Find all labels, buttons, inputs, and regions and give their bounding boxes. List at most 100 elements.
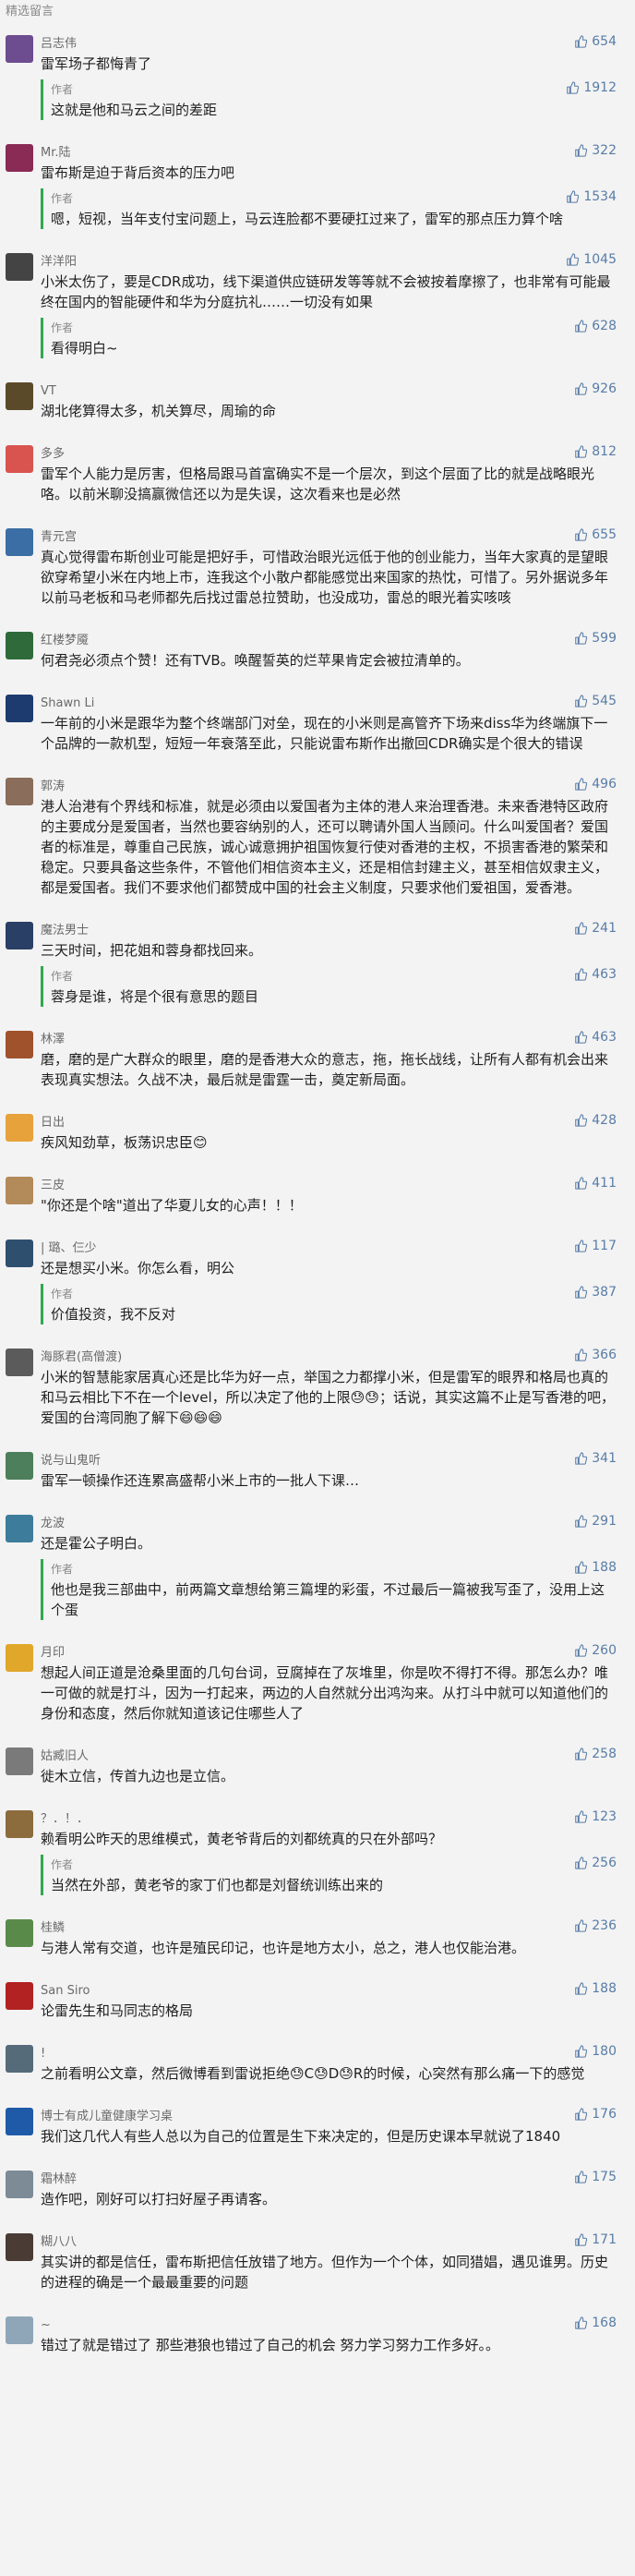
comment-meta: Mr.陆 322 [41,142,624,160]
avatar[interactable] [6,1644,33,1672]
avatar[interactable] [6,382,33,410]
avatar[interactable] [6,445,33,473]
thumb-up-icon [575,1286,588,1299]
like-button[interactable]: 628 [574,318,617,334]
like-button[interactable]: 599 [574,630,617,647]
comment-nickname[interactable]: 月印 [41,1646,65,1660]
like-button[interactable]: 341 [574,1450,617,1467]
comment-nickname[interactable]: 吕志伟 [41,37,77,51]
like-button[interactable]: 168 [574,2315,617,2331]
like-button[interactable]: 175 [574,2169,617,2185]
comment-list: 吕志伟 654 雷军场子都悔青了 作者 1912 这就是他和马云之间的差距 Mr… [0,24,635,2368]
comment-nickname[interactable]: 魔法男士 [41,924,89,937]
like-button[interactable]: 654 [574,33,617,50]
like-button[interactable]: 188 [574,1559,617,1576]
like-button[interactable]: 260 [574,1642,617,1659]
comment-nickname[interactable]: 三皮 [41,1179,65,1192]
comment-nickname[interactable]: ？．！． [41,1812,89,1826]
comment-item: 青元宫 655 真心觉得雷布斯创业可能是把好手，可惜政治眼光远低于他的创业能力，… [0,517,635,621]
like-button[interactable]: 366 [574,1347,617,1363]
comment-nickname[interactable]: Shawn Li [41,696,94,710]
avatar[interactable] [6,2316,33,2344]
avatar[interactable] [6,1748,33,1775]
comment-nickname[interactable]: 多多 [41,447,65,461]
like-count: 366 [592,1348,617,1362]
like-count: 599 [592,631,617,646]
comment-nickname[interactable]: Mr.陆 [41,146,71,160]
avatar[interactable] [6,1240,33,1267]
avatar[interactable] [6,632,33,659]
avatar[interactable] [6,1177,33,1204]
comment-nickname[interactable]: San Siro [41,1984,90,1998]
avatar[interactable] [6,528,33,556]
like-button[interactable]: 463 [574,1029,617,1046]
like-button[interactable]: 545 [574,693,617,709]
comment-nickname[interactable]: ~ [41,2318,51,2332]
like-button[interactable]: 256 [574,1855,617,1871]
like-button[interactable]: 463 [574,966,617,983]
comment-nickname[interactable]: 博士有成儿童健康学习桌 [41,2110,173,2123]
comment-nickname[interactable]: 霜林醉 [41,2172,77,2186]
like-button[interactable]: 387 [574,1284,617,1300]
comment-nickname[interactable]: 桂鳞 [41,1921,65,1935]
comment-nickname[interactable]: 糊八八 [41,2235,77,2249]
avatar[interactable] [6,1810,33,1838]
avatar[interactable] [6,144,33,172]
comment-nickname[interactable]: 日出 [41,1116,65,1130]
like-button[interactable]: 188 [574,1980,617,1997]
comment-nickname[interactable]: 姑臧旧人 [41,1749,89,1763]
comment-nickname[interactable]: 林澤 [41,1033,65,1046]
comment-nickname[interactable]: 龙波 [41,1517,65,1530]
like-button[interactable]: 1534 [566,188,617,205]
comment-meta: 魔法男士 241 [41,920,624,937]
comment-item: 魔法男士 241 三天时间，把花姐和蓉身都找回来。 作者 463 蓉身是谁，将是… [0,911,635,1020]
like-button[interactable]: 171 [574,2231,617,2248]
comment-item: | 璐、仨少 117 还是想买小米。你怎么看，明公 作者 387 价值投资，我不… [0,1228,635,1337]
avatar[interactable] [6,35,33,63]
like-button[interactable]: 236 [574,1917,617,1934]
avatar[interactable] [6,1919,33,1947]
avatar[interactable] [6,2233,33,2261]
like-button[interactable]: 180 [574,2043,617,2060]
avatar[interactable] [6,1031,33,1058]
like-button[interactable]: 411 [574,1175,617,1191]
avatar[interactable] [6,1348,33,1376]
like-button[interactable]: 241 [574,920,617,937]
comment-nickname[interactable]: 郭涛 [41,780,65,793]
avatar[interactable] [6,1114,33,1142]
avatar[interactable] [6,695,33,722]
like-button[interactable]: 1912 [566,79,617,96]
avatar[interactable] [6,2171,33,2198]
comment-meta: 说与山鬼听 341 [41,1450,624,1468]
like-button[interactable]: 117 [574,1238,617,1254]
avatar[interactable] [6,922,33,949]
like-button[interactable]: 291 [574,1513,617,1530]
avatar[interactable] [6,2045,33,2073]
comment-text: 之前看明公文章，然后微博看到雷说拒绝😓C😓D😓R的时候，心突然有那么痛一下的感觉 [41,2065,585,2082]
avatar[interactable] [6,778,33,805]
like-button[interactable]: 176 [574,2106,617,2122]
like-count: 341 [592,1451,617,1466]
avatar[interactable] [6,1982,33,2010]
like-button[interactable]: 1045 [566,251,617,268]
avatar[interactable] [6,1515,33,1542]
like-button[interactable]: 123 [574,1808,617,1825]
avatar[interactable] [6,1452,33,1480]
like-button[interactable]: 926 [574,381,617,397]
like-button[interactable]: 496 [574,776,617,792]
avatar[interactable] [6,253,33,281]
avatar[interactable] [6,2108,33,2135]
like-button[interactable]: 258 [574,1746,617,1762]
comment-nickname[interactable]: 海豚君(高僧渡) [41,1350,122,1364]
comment-nickname[interactable]: 说与山鬼听 [41,1454,101,1468]
like-button[interactable]: 655 [574,526,617,543]
comment-nickname[interactable]: ! [41,2047,45,2061]
comment-nickname[interactable]: 洋洋阳 [41,255,77,269]
comment-nickname[interactable]: 青元宫 [41,530,77,544]
comment-nickname[interactable]: | 璐、仨少 [41,1241,97,1255]
comment-nickname[interactable]: 红楼梦魇 [41,634,89,647]
like-button[interactable]: 428 [574,1112,617,1129]
like-button[interactable]: 322 [574,142,617,159]
like-button[interactable]: 812 [574,443,617,460]
comment-nickname[interactable]: VT [41,384,56,398]
